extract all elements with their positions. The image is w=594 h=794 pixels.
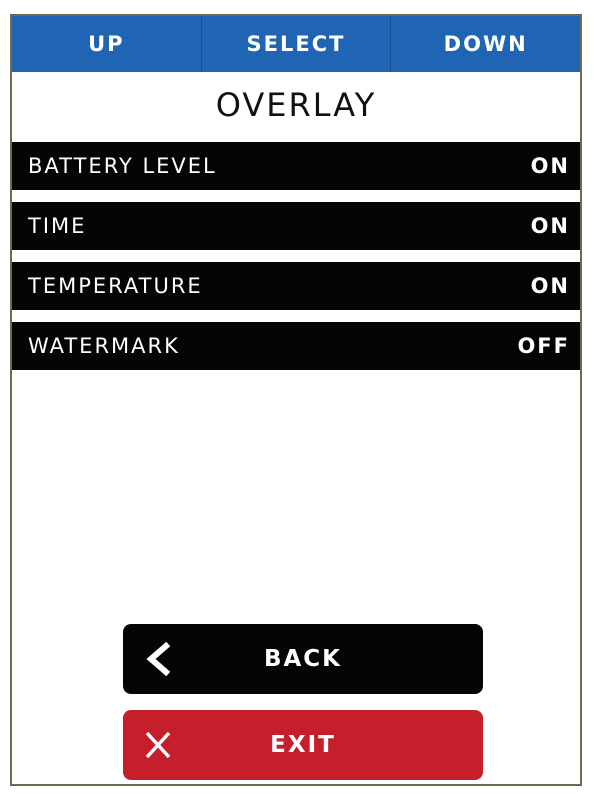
- select-button[interactable]: SELECT: [202, 16, 392, 72]
- setting-label: TIME: [28, 214, 87, 238]
- setting-row-temperature[interactable]: TEMPERATURE ON: [12, 262, 580, 310]
- setting-value: ON: [530, 214, 570, 238]
- exit-button-label: EXIT: [270, 732, 336, 758]
- back-button-label: BACK: [263, 646, 343, 672]
- setting-label: BATTERY LEVEL: [28, 154, 217, 178]
- chevron-left-icon: [146, 642, 171, 676]
- setting-value: ON: [530, 154, 570, 178]
- page-title: OVERLAY: [215, 86, 377, 124]
- down-button[interactable]: DOWN: [391, 16, 580, 72]
- close-icon: [145, 731, 171, 759]
- setting-label: WATERMARK: [28, 334, 180, 358]
- setting-row-time[interactable]: TIME ON: [12, 202, 580, 250]
- setting-label: TEMPERATURE: [28, 274, 203, 298]
- setting-row-battery-level[interactable]: BATTERY LEVEL ON: [12, 142, 580, 190]
- device-screen: UP SELECT DOWN OVERLAY BATTERY LEVEL ON …: [10, 14, 582, 786]
- setting-value: OFF: [517, 334, 570, 358]
- setting-value: ON: [530, 274, 570, 298]
- up-button[interactable]: UP: [12, 16, 202, 72]
- back-button[interactable]: BACK: [123, 624, 483, 694]
- top-navigation-bar: UP SELECT DOWN: [12, 16, 580, 72]
- exit-button[interactable]: EXIT: [123, 710, 483, 780]
- setting-row-watermark[interactable]: WATERMARK OFF: [12, 322, 580, 370]
